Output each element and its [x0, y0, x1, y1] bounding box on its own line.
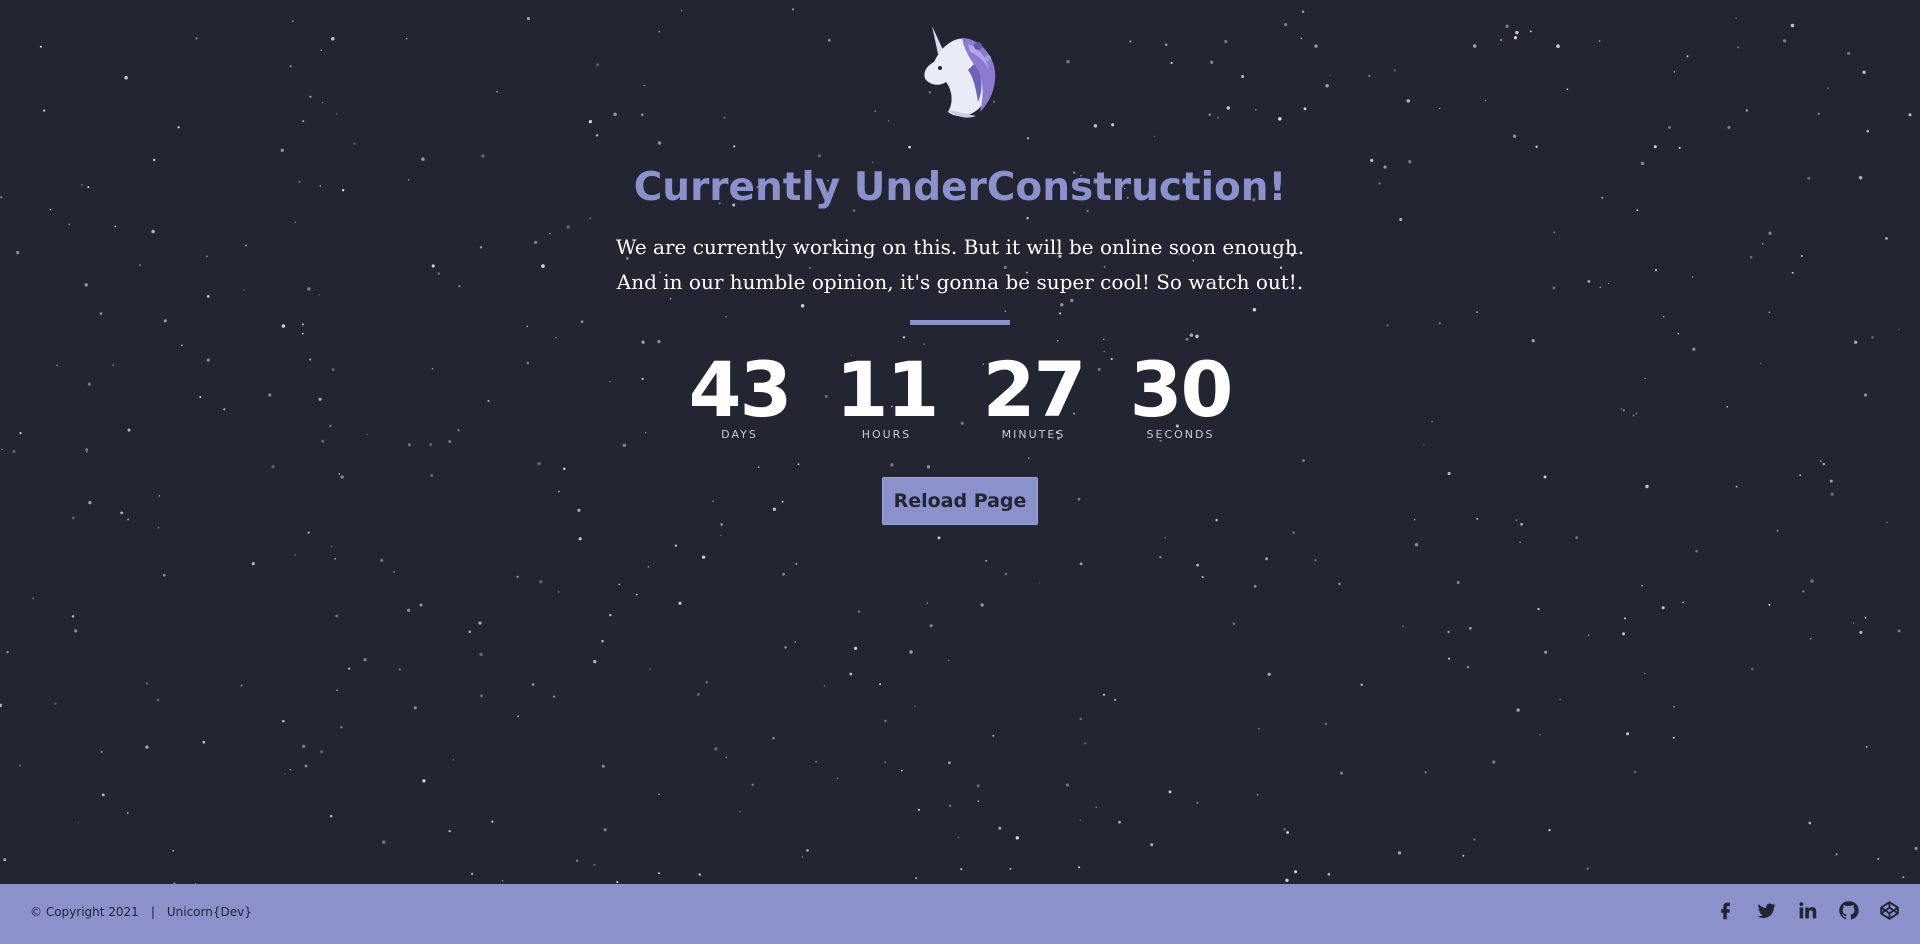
copyright-text: © Copyright 2021 — [30, 905, 139, 919]
countdown-days-value: 43 — [688, 345, 793, 434]
starfield-background — [0, 8, 1918, 884]
countdown-timer: 43 DAYS 11 HOURS 27 MINUTES 30 SECONDS — [0, 345, 1920, 442]
countdown-seconds: 30 SECONDS — [1107, 345, 1254, 442]
title-divider — [910, 320, 1010, 325]
footer-copyright: © Copyright 2021 | Unicorn{Dev} — [30, 905, 252, 919]
countdown-hours-value: 11 — [835, 345, 940, 434]
footer-brand: Unicorn{Dev} — [166, 905, 252, 919]
subtitle-line-1: We are currently working on this. But it… — [615, 235, 1305, 259]
countdown-minutes: 27 MINUTES — [960, 345, 1107, 442]
countdown-days: 43 DAYS — [666, 345, 813, 442]
subtitle-line-2: And in our humble opinion, it's gonna be… — [616, 270, 1304, 294]
countdown-hours: 11 HOURS — [813, 345, 960, 442]
facebook-icon[interactable] — [1715, 900, 1736, 921]
footer-separator: | — [150, 905, 155, 919]
social-links — [1715, 900, 1900, 921]
countdown-minutes-value: 27 — [982, 345, 1087, 434]
github-icon[interactable] — [1838, 900, 1859, 921]
reload-page-button[interactable]: Reload Page — [882, 477, 1038, 525]
page-title: Currently UnderConstruction! — [633, 165, 1287, 210]
twitter-icon[interactable] — [1756, 900, 1777, 921]
codepen-icon[interactable] — [1879, 900, 1900, 921]
countdown-seconds-value: 30 — [1129, 345, 1234, 434]
page-subtitle: We are currently working on this. But it… — [0, 230, 1920, 300]
linkedin-icon[interactable] — [1797, 900, 1818, 921]
footer: © Copyright 2021 | Unicorn{Dev} — [0, 884, 1920, 944]
unicorn-logo — [924, 26, 996, 118]
